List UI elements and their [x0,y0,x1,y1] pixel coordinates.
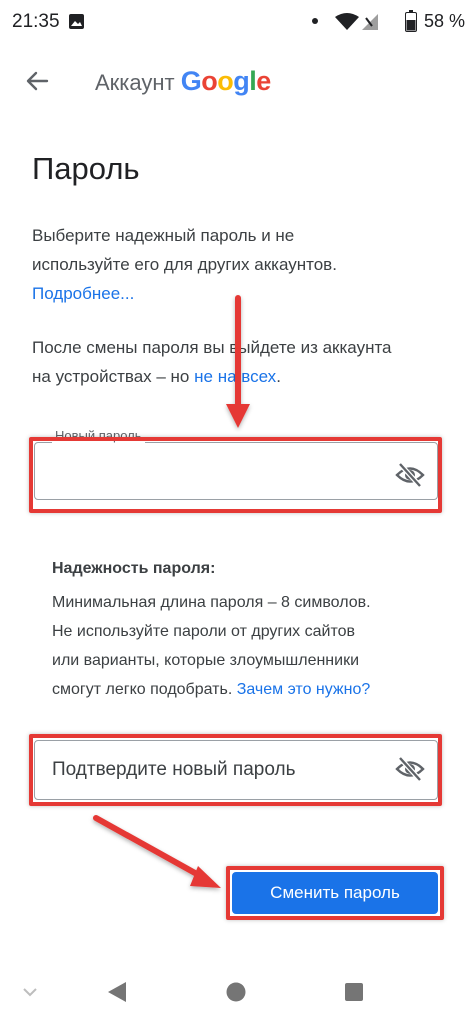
nav-back-icon[interactable] [106,980,128,1004]
navigation-bar [0,968,473,1024]
nav-recents-icon[interactable] [344,982,364,1002]
chevron-down-icon[interactable] [22,986,38,998]
arrow-down-annotation [226,295,250,428]
arrow-diagonal-annotation [93,815,221,888]
annotation-arrows [93,295,250,888]
nav-home-icon[interactable] [226,982,246,1002]
